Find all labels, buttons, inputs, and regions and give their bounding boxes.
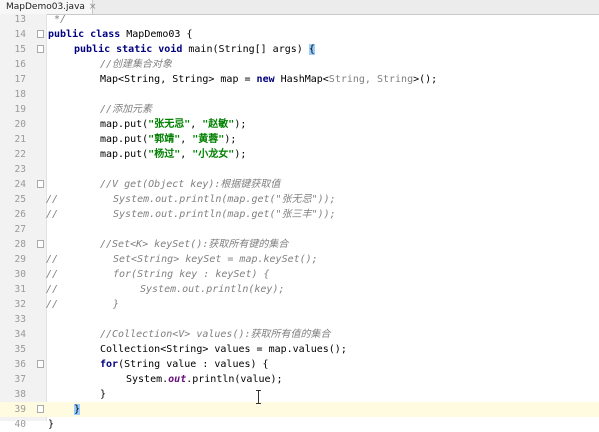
line-comment-marker: // [46,194,59,205]
code-text: Set<String> keySet = map.keySet(); [113,254,318,265]
code-line-21: 21 map.put("郭靖", "黄蓉"); [0,132,599,147]
code-line-25: 25 // System.out.println(map.get("张无忌"))… [0,192,599,207]
line-number: 24 [14,179,26,190]
code-line-36: 36 for(String value : values) { [0,357,599,372]
line-number: 14 [14,29,26,40]
close-icon[interactable]: × [89,2,97,12]
line-number: 22 [14,149,26,160]
code-text: } [100,389,107,400]
code-line-17: 17 Map<String, String> map = new HashMap… [0,72,599,87]
code-line-27: 27 [0,222,599,237]
line-number: 27 [14,224,26,235]
tab-label: MapDemo03.java [6,2,85,12]
line-number: 40 [14,419,26,430]
code-line-20: 20 map.put("张无忌", "赵敏"); [0,117,599,132]
code-text: Map<String, String> map = new HashMap<St… [100,74,438,85]
code-line-23: 23 [0,162,599,177]
line-number: 26 [14,209,26,220]
code-line-26: 26 // System.out.println(map.get("张三丰"))… [0,207,599,222]
code-line-30: 30 // for(String key : keySet) { [0,267,599,282]
code-line-29: 29 // Set<String> keySet = map.keySet(); [0,252,599,267]
code-text: map.put("张无忌", "赵敏"); [100,119,247,130]
line-number: 32 [14,299,26,310]
line-number: 23 [14,164,26,175]
line-number: 25 [14,194,26,205]
code-text: */ [54,14,67,25]
code-text: System.out.println(key); [140,284,285,295]
line-comment-marker: // [46,269,59,280]
fold-toggle-icon[interactable] [37,240,44,248]
code-text: System.out.println(map.get("张无忌")); [113,194,336,205]
line-comment-marker: // [46,254,59,265]
line-number: 17 [14,74,26,85]
fold-toggle-icon[interactable] [37,360,44,368]
line-number: 16 [14,59,26,70]
code-text: } [113,299,120,310]
line-number: 38 [14,389,26,400]
code-line-33: 33 [0,312,599,327]
code-line-35: 35 Collection<String> values = map.value… [0,342,599,357]
line-number: 37 [14,374,26,385]
code-line-28: 28 //Set<K> keySet():获取所有键的集合 [0,237,599,252]
code-text: public static void main(String[] args) { [74,44,315,55]
code-text: for(String key : keySet) { [113,269,270,280]
line-number: 15 [14,44,26,55]
code-line-37: 37 System.out.println(value); [0,372,599,387]
line-number: 18 [14,89,26,100]
code-line-18: 18 [0,87,599,102]
code-line-14: 14 public class MapDemo03 { [0,27,599,42]
line-comment-marker: // [46,284,59,295]
code-line-40: 40 } [0,417,599,432]
line-number: 29 [14,254,26,265]
code-text: map.put("郭靖", "黄蓉"); [100,134,237,145]
line-number: 13 [14,14,26,25]
code-text: //添加元素 [100,104,153,115]
code-line-24: 24 //V get(Object key):根据键获取值 [0,177,599,192]
line-number: 35 [14,344,26,355]
code-editor[interactable]: 13 */ 14 public class MapDemo03 { 15 pub… [0,12,599,430]
code-line-15: 15 public static void main(String[] args… [0,42,599,57]
code-text: //Set<K> keySet():获取所有键的集合 [100,239,289,250]
line-number: 36 [14,359,26,370]
code-text: System.out.println(value); [126,374,283,385]
line-number: 34 [14,329,26,340]
fold-toggle-icon[interactable] [37,405,44,413]
code-line-22: 22 map.put("杨过", "小龙女"); [0,147,599,162]
code-text: } [74,404,81,415]
code-line-13: 13 */ [0,12,599,27]
line-comment-marker: // [46,209,59,220]
code-text: for(String value : values) { [100,359,269,370]
line-number: 39 [14,404,26,415]
text-cursor-icon [256,390,262,404]
code-line-39-current: 39 } [0,402,599,417]
code-text: System.out.println(map.get("张三丰")); [113,209,336,220]
code-text: //创建集合对象 [100,59,173,70]
line-number: 19 [14,104,26,115]
code-line-38: 38 } [0,387,599,402]
fold-toggle-icon[interactable] [37,45,44,53]
code-text: //V get(Object key):根据键获取值 [100,179,281,190]
code-text: } [48,419,55,430]
code-text: public class MapDemo03 { [48,29,193,40]
line-number: 28 [14,239,26,250]
code-line-34: 34 //Collection<V> values():获取所有值的集合 [0,327,599,342]
code-text: //Collection<V> values():获取所有值的集合 [100,329,331,340]
code-line-16: 16 //创建集合对象 [0,57,599,72]
code-line-19: 19 //添加元素 [0,102,599,117]
line-comment-marker: // [46,299,59,310]
line-number: 33 [14,314,26,325]
line-number: 31 [14,284,26,295]
line-number: 21 [14,134,26,145]
line-number: 30 [14,269,26,280]
code-text: map.put("杨过", "小龙女"); [100,149,247,160]
line-number: 20 [14,119,26,130]
code-line-31: 31 // System.out.println(key); [0,282,599,297]
code-text: Collection<String> values = map.values()… [100,344,347,355]
fold-toggle-icon[interactable] [37,30,44,38]
code-line-32: 32 // } [0,297,599,312]
fold-toggle-icon[interactable] [37,180,44,188]
